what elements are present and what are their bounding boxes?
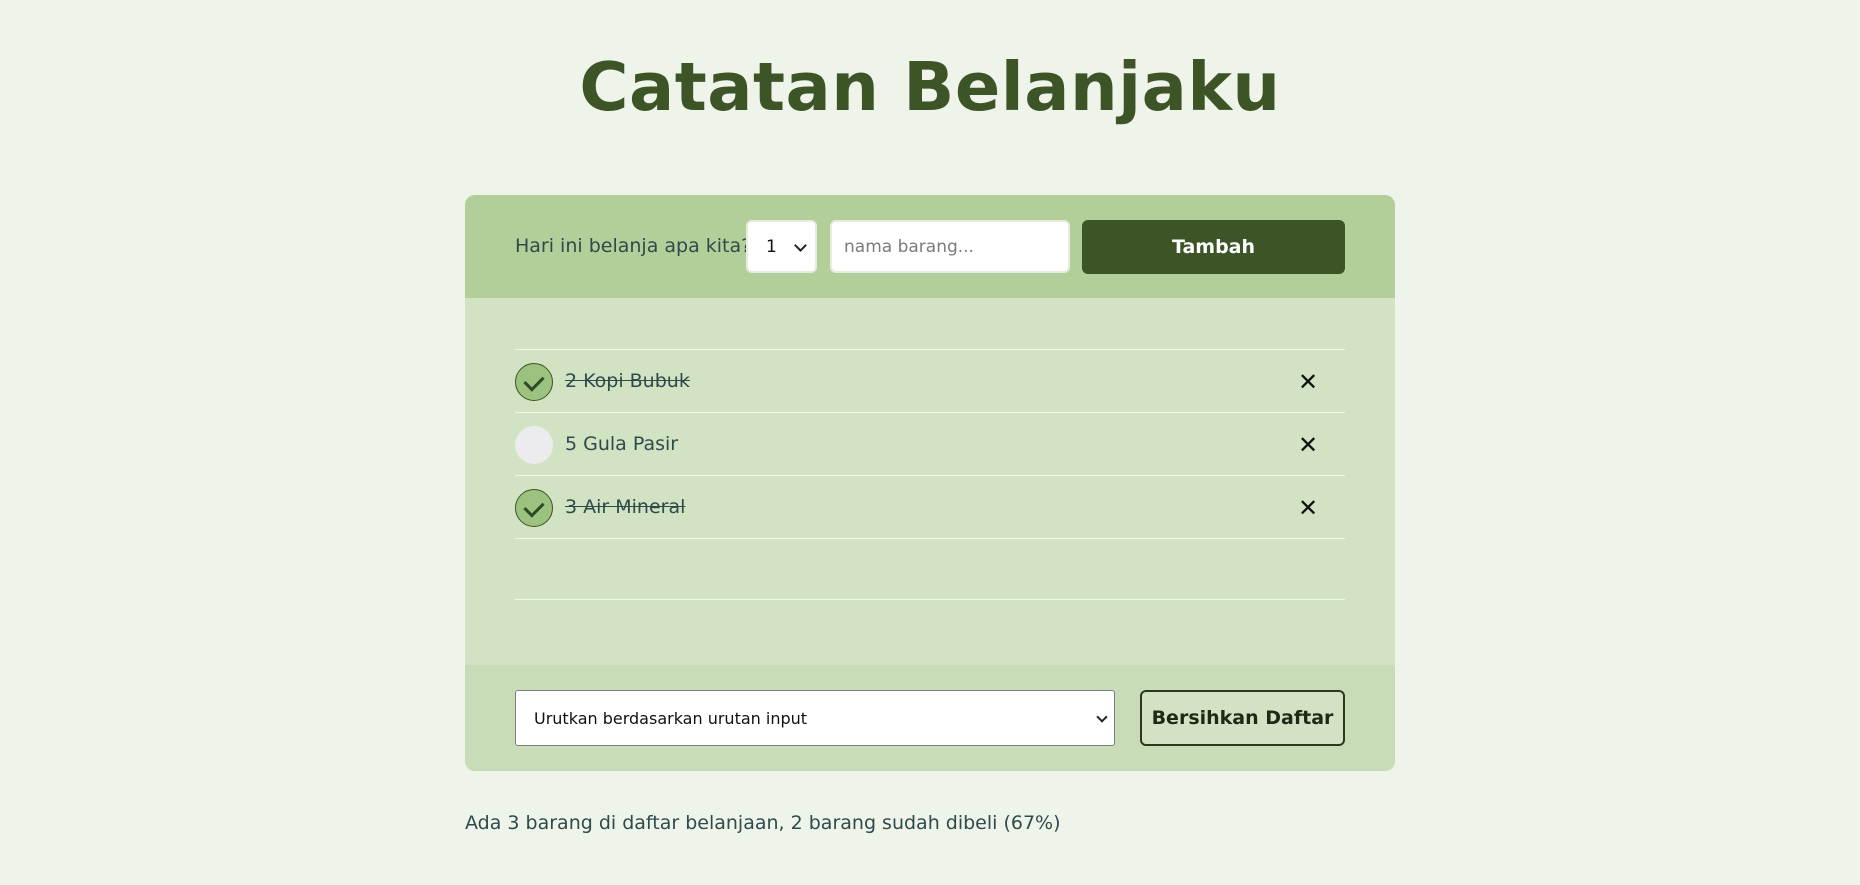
page-title: Catatan Belanjaku: [579, 48, 1281, 126]
checkbox-checked[interactable]: [515, 489, 553, 527]
item-label: 5 Gula Pasir: [565, 433, 679, 455]
sort-select[interactable]: Urutkan berdasarkan urutan input: [515, 690, 1115, 746]
close-icon[interactable]: ✕: [1293, 430, 1323, 460]
item-list: 2 Kopi Bubuk ✕ 5 Gula Pasir ✕ 3 Air Mine…: [515, 349, 1345, 600]
chevron-down-icon: [1096, 711, 1108, 723]
add-button[interactable]: Tambah: [1082, 220, 1345, 274]
sort-value: Urutkan berdasarkan urutan input: [534, 708, 808, 728]
add-item-form: Hari ini belanja apa kita? 1 nama barang…: [465, 195, 1395, 298]
shopping-card: Hari ini belanja apa kita? 1 nama barang…: [465, 195, 1395, 771]
empty-row: [515, 538, 1345, 600]
clear-list-button[interactable]: Bersihkan Daftar: [1140, 690, 1345, 746]
list-actions: Urutkan berdasarkan urutan input Bersihk…: [465, 665, 1395, 771]
item-name-input[interactable]: nama barang...: [830, 220, 1070, 273]
item-name-placeholder: nama barang...: [844, 236, 974, 257]
quantity-value: 1: [766, 236, 777, 257]
chevron-down-icon: [794, 239, 807, 252]
close-icon[interactable]: ✕: [1293, 493, 1323, 523]
checkbox-checked[interactable]: [515, 363, 553, 401]
checkbox-unchecked[interactable]: [515, 426, 553, 464]
item-label: 3 Air Mineral: [565, 496, 686, 518]
list-item: 2 Kopi Bubuk ✕: [515, 349, 1345, 412]
form-prompt: Hari ini belanja apa kita?: [515, 235, 752, 257]
quantity-select[interactable]: 1: [746, 220, 817, 273]
item-label: 2 Kopi Bubuk: [565, 370, 690, 392]
list-item: 5 Gula Pasir ✕: [515, 412, 1345, 475]
stats-text: Ada 3 barang di daftar belanjaan, 2 bara…: [465, 812, 1061, 834]
close-icon[interactable]: ✕: [1293, 367, 1323, 397]
list-item: 3 Air Mineral ✕: [515, 475, 1345, 538]
